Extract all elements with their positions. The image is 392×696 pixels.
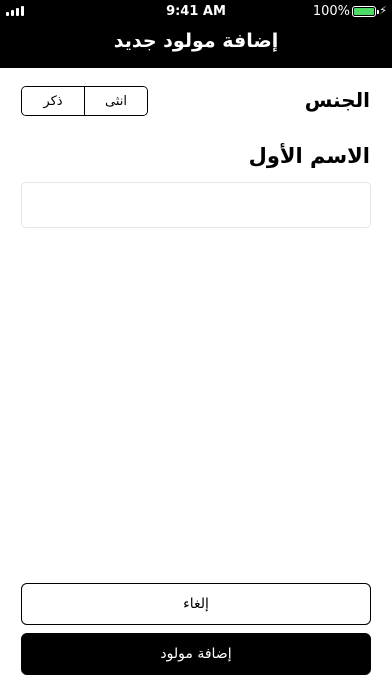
status-bar: 9:41 AM 100% ⚡: [0, 0, 392, 22]
battery-percent: 100%: [312, 4, 350, 19]
gender-option-female[interactable]: انثى: [84, 87, 147, 115]
charging-bolt-icon: ⚡: [379, 4, 387, 17]
gender-option-male[interactable]: ذكر: [22, 87, 84, 115]
first-name-input[interactable]: [21, 182, 371, 228]
add-baby-button[interactable]: إضافة مولود: [21, 633, 371, 675]
gender-label: الجنس: [304, 88, 370, 112]
app-header: 9:41 AM 100% ⚡ إضافة مولود جديد: [0, 0, 392, 68]
page-title: إضافة مولود جديد: [113, 30, 279, 52]
battery-icon: [352, 6, 379, 17]
first-name-label: الاسم الأول: [248, 144, 370, 168]
cancel-button[interactable]: إلغاء: [21, 583, 371, 625]
gender-segmented-control: ذكر انثى: [21, 86, 148, 116]
